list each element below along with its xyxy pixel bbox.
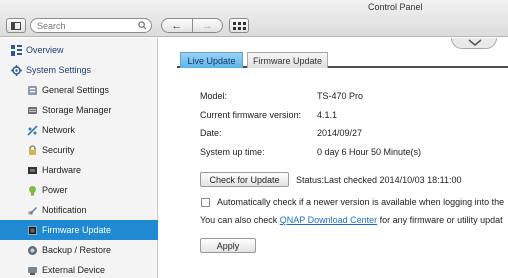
sidebar-item-label: Firmware Update: [42, 225, 112, 235]
window-title: Control Panel: [368, 2, 423, 12]
date-value: 2014/09/27: [317, 128, 363, 138]
sidebar-item-notification[interactable]: Notification: [0, 200, 158, 220]
sidebar-item-backup-restore[interactable]: Backup / Restore: [0, 240, 158, 260]
power-icon: [29, 185, 36, 195]
network-icon: [27, 124, 38, 136]
forward-button[interactable]: →: [191, 19, 223, 32]
sidebar-item-hardware[interactable]: Hardware: [0, 160, 158, 180]
external-device-icon: [28, 266, 37, 275]
notification-icon: [28, 206, 37, 215]
sidebar-item-label: Backup / Restore: [42, 245, 112, 255]
sidebar-item-network[interactable]: Network: [0, 120, 158, 140]
apps-grid-button[interactable]: [229, 18, 249, 33]
sidebar-item-security[interactable]: Security: [0, 140, 158, 160]
check-for-update-button[interactable]: Check for Update: [200, 172, 289, 187]
firmware-version-label: Current firmware version:: [200, 110, 302, 120]
sidebar-item-label: Power: [42, 185, 68, 195]
download-center-prefix: You can also check: [200, 215, 280, 225]
sidebar-item-label: General Settings: [42, 85, 110, 95]
sidebar-item-label: Hardware: [42, 165, 82, 175]
main-panel: Live Update Firmware Update Model: TS-47…: [159, 38, 508, 278]
sidebar-item-label: External Device: [42, 265, 106, 275]
sidebar-item-firmware-update[interactable]: Firmware Update: [0, 220, 158, 240]
sidebar-item-overview[interactable]: Overview: [0, 40, 158, 60]
backup-icon: [28, 245, 37, 255]
apply-button[interactable]: Apply: [200, 238, 256, 253]
model-value: TS-470 Pro: [317, 91, 364, 101]
uptime-label: System up time:: [200, 147, 265, 157]
navigation-buttons: ← →: [161, 18, 223, 33]
search-box[interactable]: [30, 18, 152, 33]
sidebar-item-power[interactable]: Power: [0, 180, 158, 200]
general-settings-icon: [28, 85, 37, 95]
sidebar-item-label: Storage Manager: [42, 105, 112, 115]
gear-icon: [11, 64, 22, 76]
auto-check-label: Automatically check if a newer version i…: [217, 197, 505, 207]
sidebar-item-label: Network: [42, 125, 76, 135]
sidebar-toggle-icon: [11, 21, 21, 30]
sidebar-item-storage-manager[interactable]: Storage Manager: [0, 100, 158, 120]
model-label: Model:: [200, 91, 228, 101]
download-center-text: You can also check QNAP Download Center …: [200, 215, 503, 225]
hardware-icon: [28, 166, 37, 174]
sidebar-toggle-button[interactable]: [6, 18, 26, 33]
title-bar: Control Panel ← →: [0, 0, 508, 37]
tab-firmware-update[interactable]: Firmware Update: [247, 52, 328, 68]
sidebar-item-label: Security: [42, 145, 75, 155]
sidebar-item-general-settings[interactable]: General Settings: [0, 80, 158, 100]
download-center-suffix: for any firmware or utility updat: [377, 215, 503, 225]
chevron-down-icon: [468, 39, 482, 46]
date-label: Date:: [200, 128, 222, 138]
lock-icon: [29, 144, 36, 155]
overview-icon: [11, 44, 22, 56]
update-status-text: Status:Last checked 2014/10/03 18:11:00: [296, 175, 462, 185]
back-button[interactable]: ←: [162, 19, 192, 32]
qnap-download-center-link[interactable]: QNAP Download Center: [280, 215, 377, 225]
sidebar-item-external-device[interactable]: External Device: [0, 260, 158, 278]
collapse-panel-button[interactable]: [451, 38, 497, 49]
firmware-version-value: 4.1.1: [317, 110, 338, 120]
sidebar-group-system-settings[interactable]: System Settings: [0, 60, 158, 80]
sidebar-item-label: Notification: [42, 205, 87, 215]
auto-check-checkbox[interactable]: [201, 198, 210, 207]
tab-live-update[interactable]: Live Update: [180, 52, 243, 68]
tab-bar: Live Update Firmware Update: [177, 52, 508, 68]
storage-icon: [28, 106, 37, 114]
search-icon[interactable]: [138, 21, 147, 30]
uptime-value: 0 day 6 Hour 50 Minute(s): [317, 147, 422, 157]
search-input[interactable]: [37, 20, 137, 31]
sidebar: Overview System Settings General Setting…: [0, 38, 158, 278]
sidebar-item-label: Overview: [26, 45, 64, 55]
firmware-icon: [28, 225, 37, 235]
sidebar-group-label: System Settings: [26, 65, 92, 75]
